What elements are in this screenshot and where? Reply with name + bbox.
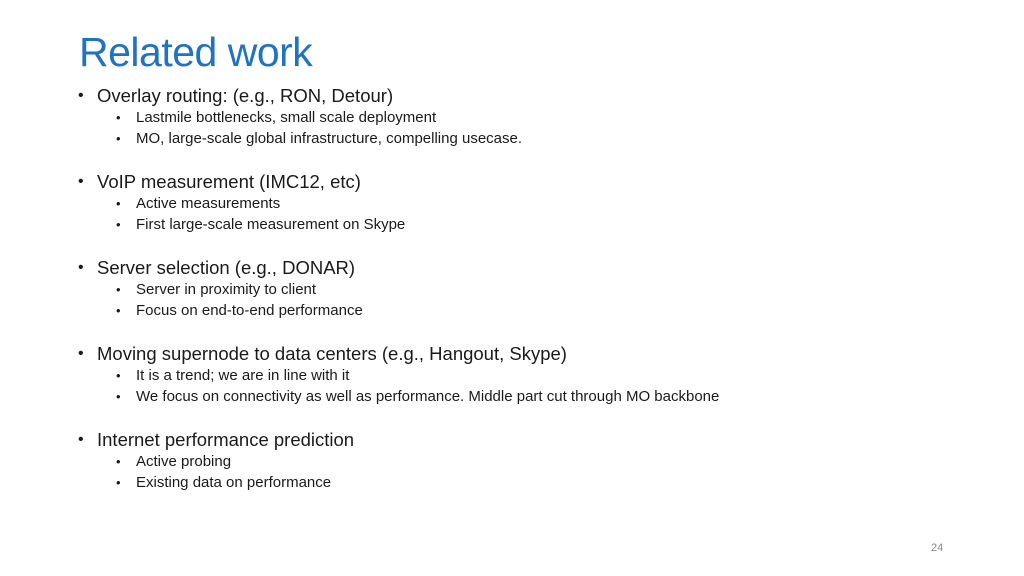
bullet-level1: • Overlay routing: (e.g., RON, Detour) (76, 84, 976, 108)
section-item: It is a trend; we are in line with it (136, 367, 350, 384)
bullet-icon: • (78, 431, 84, 448)
section-item: Server in proximity to client (136, 281, 317, 298)
bullet-icon: • (116, 368, 121, 383)
section-heading: Moving supernode to data centers (e.g., … (97, 343, 567, 364)
bullet-icon: • (78, 345, 84, 362)
bullet-level2: • Active measurements (76, 194, 976, 215)
bullet-level2: • Focus on end-to-end performance (76, 301, 976, 322)
bullet-icon: • (116, 302, 121, 318)
bullet-icon: • (116, 282, 121, 297)
slide-content: • Overlay routing: (e.g., RON, Detour) • L… (76, 84, 976, 514)
bullet-icon: • (116, 454, 121, 469)
section-heading: Overlay routing: (e.g., RON, Detour) (97, 85, 394, 106)
section-internet-performance-prediction: • Internet performance prediction • Active… (76, 428, 976, 493)
bullet-level2: • It is a trend; we are in line with it (76, 366, 976, 387)
bullet-level1: • Moving supernode to data centers (e.g.,… (76, 342, 976, 366)
section-voip-measurement: • VoIP measurement (IMC12, etc) • Active m… (76, 170, 976, 235)
bullet-icon: • (78, 87, 84, 104)
bullet-level2: • First large-scale measurement on Skype (76, 215, 976, 236)
section-item: Active probing (136, 453, 232, 470)
section-item: MO, large-scale global infrastructure, c… (136, 129, 523, 147)
bullet-icon: • (116, 110, 121, 125)
bullet-icon: • (78, 173, 84, 190)
bullet-icon: • (116, 130, 121, 146)
bullet-level2: • Existing data on performance (76, 473, 976, 494)
section-item: We focus on connectivity as well as perf… (136, 387, 720, 405)
section-item: First large-scale measurement on Skype (136, 215, 406, 233)
section-heading: VoIP measurement (IMC12, etc) (97, 171, 361, 192)
bullet-icon: • (116, 216, 121, 232)
bullet-level2: • We focus on connectivity as well as per… (76, 387, 976, 408)
bullet-level2: • Server in proximity to client (76, 280, 976, 301)
section-item: Focus on end-to-end performance (136, 301, 363, 319)
section-heading: Internet performance prediction (97, 429, 355, 450)
bullet-level2: • Active probing (76, 452, 976, 473)
bullet-icon: • (116, 474, 121, 490)
section-moving-supernode: • Moving supernode to data centers (e.g.,… (76, 342, 976, 407)
slide-title: Related work (79, 29, 313, 75)
bullet-icon: • (78, 259, 84, 276)
page-number: 24 (931, 542, 944, 554)
section-server-selection: • Server selection (e.g., DONAR) • Server … (76, 256, 976, 321)
section-heading: Server selection (e.g., DONAR) (97, 257, 356, 278)
bullet-level1: • VoIP measurement (IMC12, etc) (76, 170, 976, 194)
section-overlay-routing: • Overlay routing: (e.g., RON, Detour) • L… (76, 84, 976, 149)
section-item: Existing data on performance (136, 473, 332, 491)
bullet-icon: • (116, 388, 121, 404)
bullet-icon: • (116, 196, 121, 211)
section-item: Lastmile bottlenecks, small scale deploy… (136, 109, 437, 126)
bullet-level2: • Lastmile bottlenecks, small scale deplo… (76, 108, 976, 129)
section-item: Active measurements (136, 195, 281, 212)
bullet-level2: • MO, large-scale global infrastructure, … (76, 129, 976, 150)
bullet-level1: • Server selection (e.g., DONAR) (76, 256, 976, 280)
bullet-level1: • Internet performance prediction (76, 428, 976, 452)
